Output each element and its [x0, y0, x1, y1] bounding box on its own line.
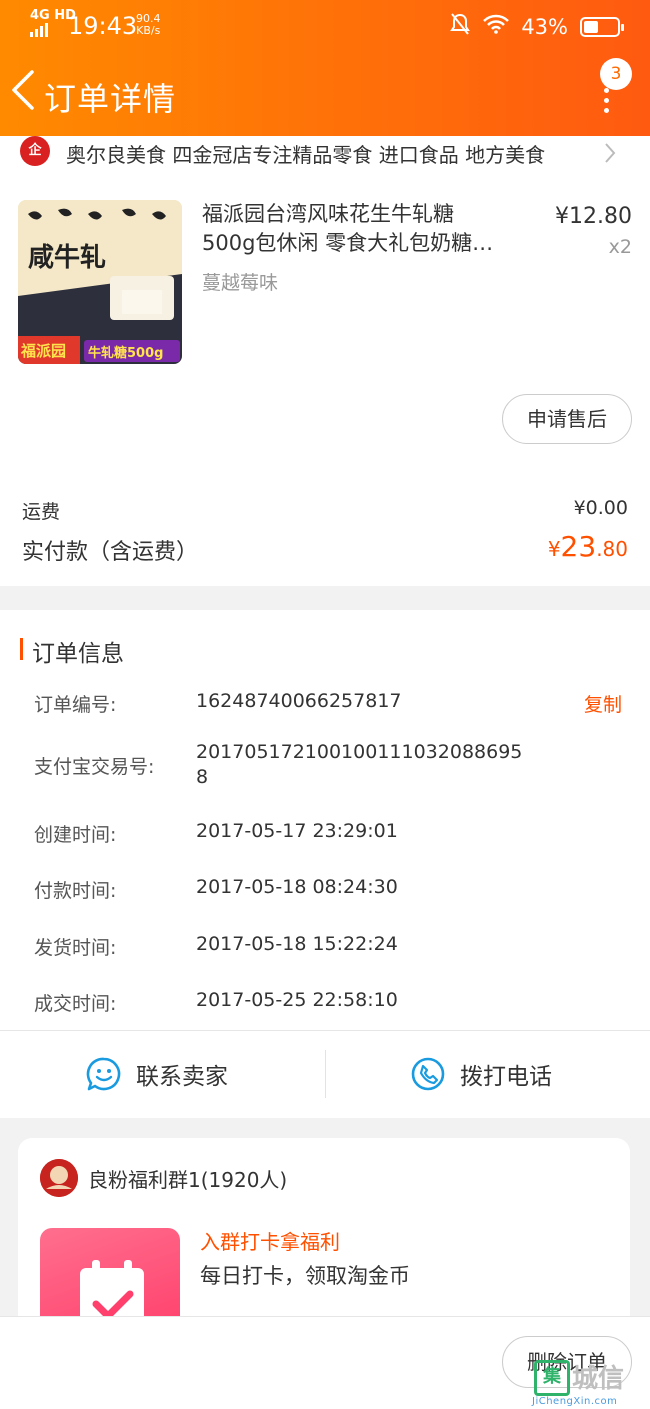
- store-name[interactable]: 奥尔良美食 四金冠店专注精品零食 进口食品 地方美食: [66, 139, 545, 168]
- contact-seller-button[interactable]: 联系卖家: [86, 1030, 228, 1118]
- product-sku: 蔓越莓味: [202, 272, 279, 294]
- call-phone-label: 拨打电话: [460, 1064, 552, 1090]
- paid-integer: 23: [560, 530, 597, 563]
- completed-time-value: 2017-05-25 22:58:10: [196, 989, 398, 1011]
- product-title-line1: 福派园台湾风味花生牛轧糖: [202, 202, 454, 226]
- more-button[interactable]: 3: [588, 58, 638, 118]
- group-cta: 入群打卡拿福利: [200, 1230, 340, 1254]
- product-quantity: x2: [608, 236, 632, 258]
- alipay-trade-label: 支付宝交易号:: [34, 756, 155, 778]
- order-number-value: 16248740066257817: [196, 690, 402, 712]
- divider: [325, 1050, 326, 1098]
- wifi-icon: [483, 14, 510, 39]
- chat-bubble-icon: [86, 1057, 121, 1091]
- chevron-left-icon: [12, 70, 34, 110]
- clock: 19:43: [68, 12, 138, 40]
- paid-time-label: 付款时间:: [34, 880, 117, 902]
- alipay-trade-value: 201705172100100111032088695 8: [196, 740, 522, 790]
- battery-level: [584, 20, 598, 33]
- group-name: 良粉福利群1(1920人): [88, 1168, 288, 1192]
- watermark-logo: 集: [534, 1360, 570, 1396]
- status-icons: 43%: [449, 12, 624, 41]
- page-title: 订单详情: [44, 80, 177, 118]
- back-button[interactable]: [8, 68, 48, 124]
- shipping-label: 运费: [22, 501, 61, 523]
- contact-seller-label: 联系卖家: [136, 1064, 228, 1090]
- completed-time-label: 成交时间:: [34, 993, 117, 1015]
- notification-badge: 3: [600, 58, 632, 90]
- product-title[interactable]: 福派园台湾风味花生牛轧糖 500g包休闲 零食大礼包奶糖…: [202, 200, 538, 258]
- product-price: ¥12.80: [555, 204, 632, 229]
- product-image-brand: 福派园: [20, 342, 66, 360]
- shipped-time-label: 发货时间:: [34, 937, 117, 959]
- store-logo: 企: [20, 136, 50, 166]
- section-title: 订单信息: [32, 641, 124, 667]
- shipping-value: ¥0.00: [573, 497, 628, 519]
- product-image[interactable]: 咸牛轧 福派园 牛轧糖500g: [18, 200, 182, 364]
- paid-time-value: 2017-05-18 08:24:30: [196, 876, 398, 898]
- call-phone-button[interactable]: 拨打电话: [410, 1030, 552, 1118]
- created-time-label: 创建时间:: [34, 824, 117, 846]
- group-description: 每日打卡，领取淘金币: [200, 1264, 410, 1288]
- copy-button[interactable]: 复制: [584, 690, 622, 717]
- battery-icon: [580, 16, 624, 37]
- status-bar: 4G HD 19:43 90.4 KB/s 43%: [0, 0, 650, 52]
- paid-amount: ¥23.80: [500, 530, 628, 563]
- shipped-time-value: 2017-05-18 15:22:24: [196, 933, 398, 955]
- after-sale-button[interactable]: 申请售后: [502, 394, 632, 444]
- order-number-label: 订单编号:: [34, 694, 117, 716]
- section-accent-bar: [20, 638, 23, 660]
- watermark: 集 城信 JiChengXin.com: [532, 1356, 650, 1408]
- created-time-value: 2017-05-17 23:29:01: [196, 820, 398, 842]
- phone-icon: [411, 1057, 445, 1091]
- paid-decimal: .80: [596, 537, 628, 561]
- paid-currency: ¥: [547, 537, 561, 561]
- alipay-trade-line2: 8: [196, 766, 209, 788]
- speed-unit: KB/s: [136, 24, 161, 37]
- watermark-url: JiChengXin.com: [532, 1396, 618, 1407]
- product-image-tag: 牛轧糖500g: [88, 345, 163, 361]
- product-title-line2: 500g包休闲 零食大礼包奶糖…: [202, 231, 494, 255]
- mute-icon: [449, 12, 471, 41]
- paid-label: 实付款（含运费）: [22, 540, 199, 565]
- battery-percent: 43%: [521, 14, 568, 39]
- network-speed: 90.4 KB/s: [136, 13, 161, 37]
- alipay-trade-line1: 201705172100100111032088695: [196, 741, 523, 763]
- group-avatar: [40, 1159, 78, 1197]
- watermark-text: 城信: [572, 1364, 625, 1394]
- product-image-word: 咸牛轧: [28, 243, 106, 273]
- more-dots-icon: [604, 88, 609, 118]
- chevron-right-icon[interactable]: [600, 140, 620, 166]
